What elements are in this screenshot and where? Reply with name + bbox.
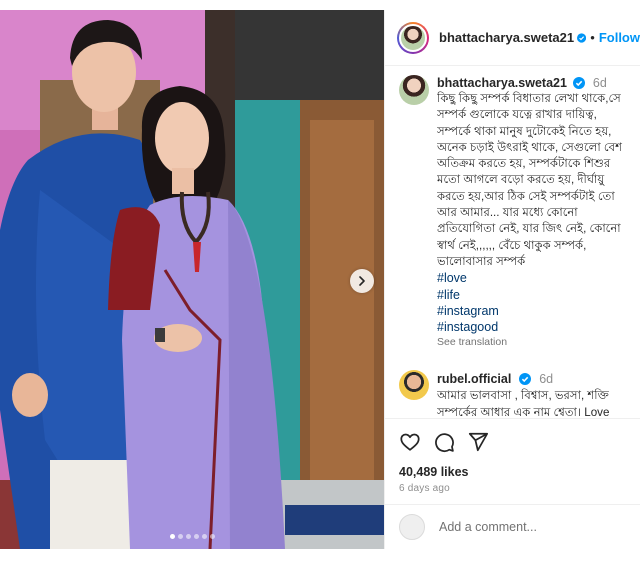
comment-text-line: সম্পর্কের আধার এক নাম শ্বেতা। Love bbox=[437, 405, 610, 417]
comment-time[interactable]: 6d bbox=[539, 372, 553, 386]
hashtag-link[interactable]: #instagram bbox=[437, 303, 640, 319]
separator-dot: • bbox=[590, 30, 595, 45]
comments-section[interactable]: bhattacharya.sweta21 6d কিছু কিছু সম্পর্… bbox=[385, 67, 640, 417]
verified-icon bbox=[573, 77, 586, 89]
caption-line: সম্পর্ক গুলোকে যত্নে রাখার দায়িত্ব, bbox=[437, 108, 597, 122]
caption-line: স্বার্থ নেই,,,,,, বেঁচে থাকুক সম্পর্ক, bbox=[437, 238, 587, 252]
post-image bbox=[0, 10, 384, 549]
caption-line: কিছু কিছু সম্পর্ক বিধাতার লেখা থাকে,সে bbox=[437, 92, 621, 105]
post-photo bbox=[0, 10, 384, 549]
comment-item: rubel.official 6d আমার ভালবাসা , বিশ্বাস… bbox=[385, 348, 640, 417]
carousel-dot bbox=[169, 534, 175, 539]
hashtag-link[interactable]: #instagood bbox=[437, 319, 640, 335]
caption: bhattacharya.sweta21 6d কিছু কিছু সম্পর্… bbox=[385, 67, 640, 348]
caption-line: প্রতিযোগিতা নেই, যার জিৎ নেই, কোনো bbox=[437, 222, 621, 236]
carousel-dot bbox=[209, 534, 215, 539]
post-header: bhattacharya.sweta21 • Follow bbox=[385, 10, 640, 66]
caption-avatar[interactable] bbox=[399, 75, 429, 105]
caption-line: করতে হয়,আর ঠিক সেই সম্পর্কটাই তো bbox=[437, 189, 615, 203]
caption-line: অনেক চড়াই উৎরাই থাকে, সেগুলো বেশ bbox=[437, 140, 622, 154]
follow-button[interactable]: Follow bbox=[599, 30, 640, 45]
chevron-right-icon bbox=[359, 276, 365, 286]
verified-icon bbox=[518, 373, 531, 386]
verified-icon bbox=[577, 32, 587, 43]
next-slide-button[interactable] bbox=[350, 269, 374, 293]
commenter-username[interactable]: rubel.official bbox=[437, 372, 511, 386]
add-comment-input[interactable] bbox=[439, 520, 619, 534]
caption-line: আর আমার... যার মধ্যে কোনো bbox=[437, 206, 578, 220]
likes-count[interactable]: 40,489 likes bbox=[399, 465, 640, 479]
carousel-dot bbox=[185, 534, 191, 539]
caption-time[interactable]: 6d bbox=[593, 76, 607, 90]
hashtag-link[interactable]: #love bbox=[437, 270, 640, 286]
caption-line: সম্পর্কে থাকা মানুষ দুটোকেই নিতে হয়, bbox=[437, 124, 612, 138]
comment-text-line: আমার ভালবাসা , বিশ্বাস, ভরসা, শক্তি bbox=[437, 389, 609, 403]
carousel-dot bbox=[201, 534, 207, 539]
comment-icon[interactable] bbox=[433, 431, 455, 453]
author-avatar[interactable] bbox=[397, 21, 429, 54]
caption-line: ভালোবাসার সম্পর্ক bbox=[437, 254, 526, 268]
hashtag-link[interactable]: #life bbox=[437, 287, 640, 303]
emoji-icon[interactable] bbox=[399, 514, 425, 540]
carousel-dot bbox=[177, 534, 183, 539]
heart-icon[interactable] bbox=[399, 431, 421, 453]
see-translation-link[interactable]: See translation bbox=[437, 336, 640, 348]
author-username[interactable]: bhattacharya.sweta21 bbox=[439, 30, 574, 45]
post-actions: 40,489 likes 6 days ago bbox=[385, 418, 640, 494]
carousel-dot bbox=[193, 534, 199, 539]
caption-line: অতিক্রম করতে হয়, সম্পর্কটাকে শিশুর bbox=[437, 157, 611, 171]
post-side-panel: bhattacharya.sweta21 • Follow bhattachar… bbox=[384, 10, 640, 549]
commenter-avatar[interactable] bbox=[399, 370, 429, 401]
share-icon[interactable] bbox=[467, 431, 489, 453]
post-date[interactable]: 6 days ago bbox=[399, 483, 640, 494]
carousel-indicator bbox=[0, 534, 384, 539]
caption-username[interactable]: bhattacharya.sweta21 bbox=[437, 76, 567, 90]
add-comment-bar bbox=[385, 504, 640, 549]
caption-line: মতো আগলে বড়ো করতে হয়, দীর্ঘায়ু bbox=[437, 173, 605, 187]
